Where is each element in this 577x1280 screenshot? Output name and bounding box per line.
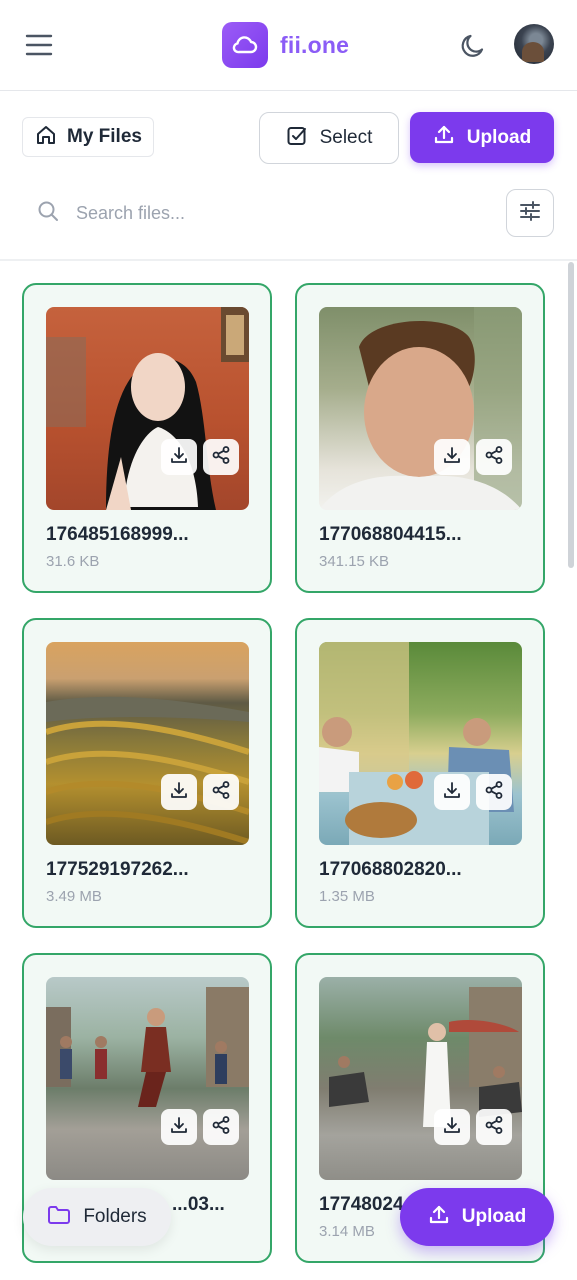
file-name: 17748024 — [319, 1194, 404, 1215]
brand-name: fii.one — [280, 31, 350, 58]
top-app-bar: fii.one — [0, 0, 577, 91]
file-thumbnail — [46, 977, 249, 1180]
file-size: 1.35 MB — [319, 888, 375, 905]
download-button[interactable] — [161, 774, 197, 810]
file-thumbnail — [319, 642, 522, 845]
folders-label: Folders — [83, 1206, 147, 1227]
share-button[interactable] — [203, 774, 239, 810]
file-card[interactable]: 176485168999... 31.6 KB — [22, 283, 272, 593]
my-files-label: My Files — [67, 126, 142, 147]
file-size: 3.49 MB — [46, 888, 102, 905]
download-icon — [169, 445, 189, 470]
download-button[interactable] — [434, 1109, 470, 1145]
file-name: 176485168999... — [46, 524, 189, 545]
divider — [0, 259, 577, 261]
cloud-icon — [222, 22, 268, 68]
avatar[interactable] — [514, 24, 554, 64]
download-icon — [442, 445, 462, 470]
download-button[interactable] — [161, 439, 197, 475]
file-thumbnail — [319, 307, 522, 510]
menu-icon[interactable] — [24, 30, 54, 60]
folders-button[interactable]: Folders — [23, 1188, 171, 1246]
share-button[interactable] — [203, 439, 239, 475]
share-button[interactable] — [476, 774, 512, 810]
brand-logo[interactable]: fii.one — [222, 22, 349, 68]
share-icon — [211, 1115, 231, 1140]
checkbox-icon — [286, 125, 308, 152]
sliders-icon — [518, 199, 542, 228]
file-thumbnail — [46, 642, 249, 845]
file-name: ...03... — [172, 1194, 225, 1215]
file-thumbnail — [46, 307, 249, 510]
share-button[interactable] — [476, 439, 512, 475]
share-icon — [484, 445, 504, 470]
share-button[interactable] — [476, 1109, 512, 1145]
upload-icon — [428, 1204, 450, 1231]
scrollbar[interactable] — [568, 262, 574, 568]
folder-icon — [47, 1204, 71, 1231]
share-icon — [484, 780, 504, 805]
floating-upload-button[interactable]: Upload — [400, 1188, 554, 1246]
upload-button[interactable]: Upload — [410, 112, 554, 163]
download-icon — [169, 1115, 189, 1140]
file-name: 177068804415... — [319, 524, 462, 545]
file-thumbnail — [319, 977, 522, 1180]
share-icon — [211, 445, 231, 470]
download-icon — [169, 780, 189, 805]
file-card[interactable]: 177529197262... 3.49 MB — [22, 618, 272, 928]
select-button[interactable]: Select — [259, 112, 399, 164]
search-bar — [36, 196, 476, 230]
home-icon — [35, 124, 57, 151]
file-card[interactable]: 177068804415... 341.15 KB — [295, 283, 545, 593]
search-input[interactable] — [74, 201, 458, 225]
file-name: 177068802820... — [319, 859, 462, 880]
moon-icon[interactable] — [458, 31, 488, 61]
floating-upload-label: Upload — [461, 1206, 527, 1227]
file-size: 341.15 KB — [319, 553, 390, 570]
share-button[interactable] — [203, 1109, 239, 1145]
share-icon — [484, 1115, 504, 1140]
file-size: 31.6 KB — [46, 553, 100, 570]
download-icon — [442, 780, 462, 805]
select-label: Select — [319, 127, 373, 148]
file-size: 3.14 MB — [319, 1223, 375, 1240]
share-icon — [211, 780, 231, 805]
download-button[interactable] — [434, 439, 470, 475]
upload-icon — [433, 124, 455, 151]
search-icon — [36, 199, 60, 228]
download-button[interactable] — [434, 774, 470, 810]
breadcrumb-my-files[interactable]: My Files — [22, 117, 154, 157]
upload-label: Upload — [466, 126, 532, 148]
file-card[interactable]: 177068802820... 1.35 MB — [295, 618, 545, 928]
download-button[interactable] — [161, 1109, 197, 1145]
file-name: 177529197262... — [46, 859, 189, 880]
download-icon — [442, 1115, 462, 1140]
filter-button[interactable] — [506, 189, 554, 237]
